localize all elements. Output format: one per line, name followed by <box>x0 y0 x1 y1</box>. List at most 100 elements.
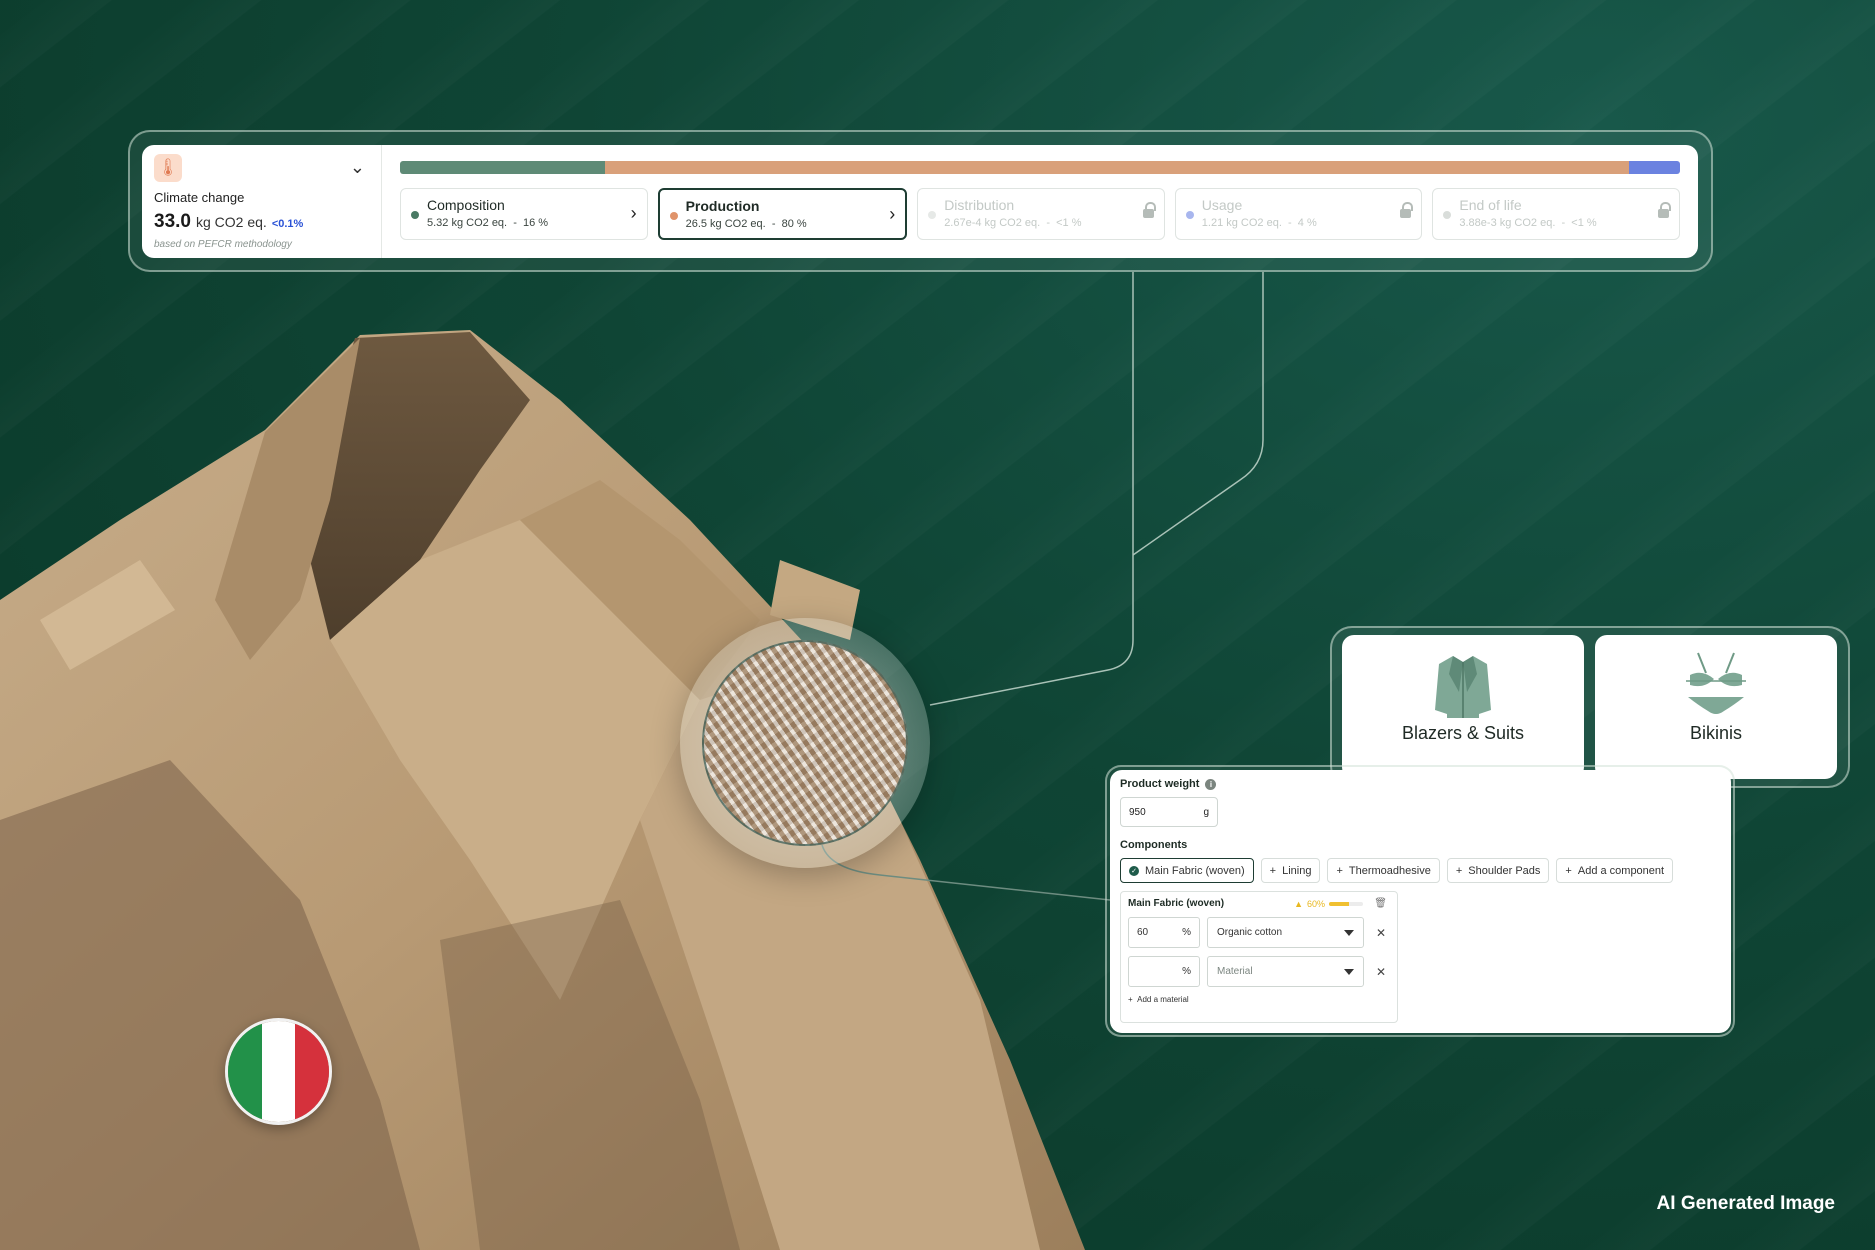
component-label: Main Fabric (woven) <box>1145 864 1245 877</box>
component-label: Thermoadhesive <box>1348 864 1431 877</box>
stage-impact: 2.67e-4 kg CO2 eq. <box>944 217 1041 229</box>
plus-icon: + <box>1565 864 1572 877</box>
category-label: Bikinis <box>1689 723 1742 743</box>
methodology-note: based on PEFCR methodology <box>154 239 292 250</box>
completion-indicator: ▲ 60% <box>1294 899 1363 909</box>
stage-tile-distribution: Distribution 2.67e-4 kg CO2 eq. - <1 % <box>917 188 1165 240</box>
component-detail: Main Fabric (woven) ▲ 60% 🗑 60 % Organic… <box>1120 891 1398 1023</box>
component-tab-thermoadhesive[interactable]: + Thermoadhesive <box>1327 858 1440 883</box>
component-tabs: ✓ Main Fabric (woven) + Lining + Thermoa… <box>1120 858 1721 883</box>
flag-stripe <box>261 1021 296 1122</box>
caret-down-icon <box>1344 929 1354 936</box>
stage-impact: 3.88e-3 kg CO2 eq. <box>1459 217 1556 229</box>
info-icon[interactable]: i <box>1205 778 1217 790</box>
components-label: Components <box>1120 839 1188 851</box>
product-form: Product weight i 950 g Components ✓ Main… <box>1110 770 1731 1033</box>
impact-bar-segment <box>1628 161 1680 174</box>
hero-scene: 🌡 ⌄ Climate change 33.0 kg CO2 eq. <0.1%… <box>0 0 1875 1250</box>
add-component-label: Add a component <box>1577 864 1665 877</box>
add-component-button[interactable]: + Add a component <box>1556 858 1674 883</box>
stage-name: End of life <box>1459 197 1522 213</box>
component-tab-lining[interactable]: + Lining <box>1260 858 1321 883</box>
component-tab-shoulder-pads[interactable]: + Shoulder Pads <box>1446 858 1550 883</box>
add-material-label: Add a material <box>1137 995 1189 1004</box>
plus-icon: + <box>1455 864 1463 877</box>
remove-row-icon[interactable]: ✕ <box>1376 965 1386 979</box>
fabric-texture-closeup <box>702 640 908 846</box>
delta-badge: <0.1% <box>271 218 304 230</box>
product-weight-label: Product weight <box>1120 778 1200 790</box>
stage-share: 80 % <box>781 218 807 230</box>
material-percent-input[interactable]: % <box>1128 956 1200 987</box>
stage-value: 5.32 kg CO2 eq. - 16 % <box>427 217 549 229</box>
stage-value: 2.67e-4 kg CO2 eq. - <1 % <box>944 217 1082 229</box>
impact-bar-segment <box>604 161 1629 174</box>
plus-icon: + <box>1336 864 1343 877</box>
stage-tiles: Composition 5.32 kg CO2 eq. - 16 % › Produc… <box>400 188 1680 240</box>
material-placeholder: Material <box>1217 966 1253 977</box>
component-label: Shoulder Pads <box>1468 864 1541 877</box>
component-label: Lining <box>1282 864 1312 877</box>
stage-share: 16 % <box>523 217 549 229</box>
category-card-bikinis[interactable]: Bikinis <box>1595 635 1837 779</box>
stage-name: Composition <box>427 197 505 213</box>
stage-impact: 5.32 kg CO2 eq. <box>427 217 508 229</box>
indicator-label: Climate change <box>154 190 245 205</box>
add-material-button[interactable]: + Add a material <box>1128 995 1390 1004</box>
ai-generated-watermark: AI Generated Image <box>1656 1193 1835 1214</box>
stage-impact: 26.5 kg CO2 eq. <box>685 218 766 230</box>
chevron-right-icon: › <box>889 204 896 224</box>
material-percent-input[interactable]: 60 % <box>1128 917 1200 948</box>
stage-dot <box>928 211 937 219</box>
percent-unit: % <box>1182 927 1191 938</box>
percent-unit: % <box>1182 966 1191 977</box>
impact-bar-segment <box>400 161 605 174</box>
total-unit: kg CO2 eq. <box>195 214 267 230</box>
stage-name: Usage <box>1201 197 1243 213</box>
total-value: 33.0 <box>154 211 191 232</box>
stage-value: 1.21 kg CO2 eq. - 4 % <box>1201 217 1317 229</box>
impact-panel: 🌡 ⌄ Climate change 33.0 kg CO2 eq. <0.1%… <box>142 145 1698 258</box>
stage-value: 26.5 kg CO2 eq. - 80 % <box>685 218 807 230</box>
blazer-icon <box>1435 656 1491 718</box>
stage-value: 3.88e-3 kg CO2 eq. - <1 % <box>1459 217 1597 229</box>
bikini-icon <box>1686 652 1746 714</box>
product-weight-input[interactable]: 950 g <box>1120 797 1218 827</box>
stage-tile-end-of-life: End of life 3.88e-3 kg CO2 eq. - <1 % <box>1432 188 1680 240</box>
remove-row-icon[interactable]: ✕ <box>1376 926 1386 940</box>
trash-icon[interactable]: 🗑 <box>1374 898 1387 909</box>
lifecycle-stages: Composition 5.32 kg CO2 eq. - 16 % › Produc… <box>382 145 1698 258</box>
product-weight-heading: Product weight i <box>1120 778 1721 790</box>
percent-value: 60 <box>1137 927 1149 938</box>
chevron-down-icon[interactable]: ⌄ <box>350 157 365 178</box>
stage-name: Production <box>685 198 760 214</box>
weight-value: 950 <box>1129 806 1146 818</box>
warning-icon: ▲ <box>1294 899 1303 909</box>
material-select[interactable]: Organic cotton <box>1207 917 1364 948</box>
indicator-selector[interactable]: 🌡 ⌄ Climate change 33.0 kg CO2 eq. <0.1%… <box>142 145 382 258</box>
stage-share: <1 % <box>1056 217 1082 229</box>
stage-name: Distribution <box>944 197 1015 213</box>
material-value: Organic cotton <box>1217 927 1283 938</box>
stage-share: <1 % <box>1571 217 1597 229</box>
material-row: % Material ✕ <box>1128 956 1390 987</box>
lock-icon <box>1657 202 1671 219</box>
stage-dot <box>1185 211 1194 219</box>
total-impact: 33.0 kg CO2 eq. <0.1% <box>154 211 369 233</box>
category-card-blazers[interactable]: Blazers & Suits <box>1342 635 1584 779</box>
material-select[interactable]: Material <box>1207 956 1364 987</box>
stage-dot <box>1443 211 1452 219</box>
stage-tile-usage: Usage 1.21 kg CO2 eq. - 4 % <box>1174 188 1423 240</box>
plus-icon: + <box>1269 864 1277 877</box>
impact-share-bar <box>400 161 1680 174</box>
stage-tile-composition[interactable]: Composition 5.32 kg CO2 eq. - 16 % › <box>400 188 648 240</box>
stage-dot <box>669 212 678 220</box>
completion-bar <box>1329 902 1363 906</box>
caret-down-icon <box>1344 968 1354 975</box>
thermometer-icon: 🌡 <box>154 154 182 182</box>
weight-unit: g <box>1203 806 1209 818</box>
italy-flag-icon <box>225 1018 332 1125</box>
stage-tile-production[interactable]: Production 26.5 kg CO2 eq. - 80 % › <box>657 188 908 240</box>
component-tab-main-fabric[interactable]: ✓ Main Fabric (woven) <box>1120 858 1254 883</box>
check-icon: ✓ <box>1129 865 1139 876</box>
